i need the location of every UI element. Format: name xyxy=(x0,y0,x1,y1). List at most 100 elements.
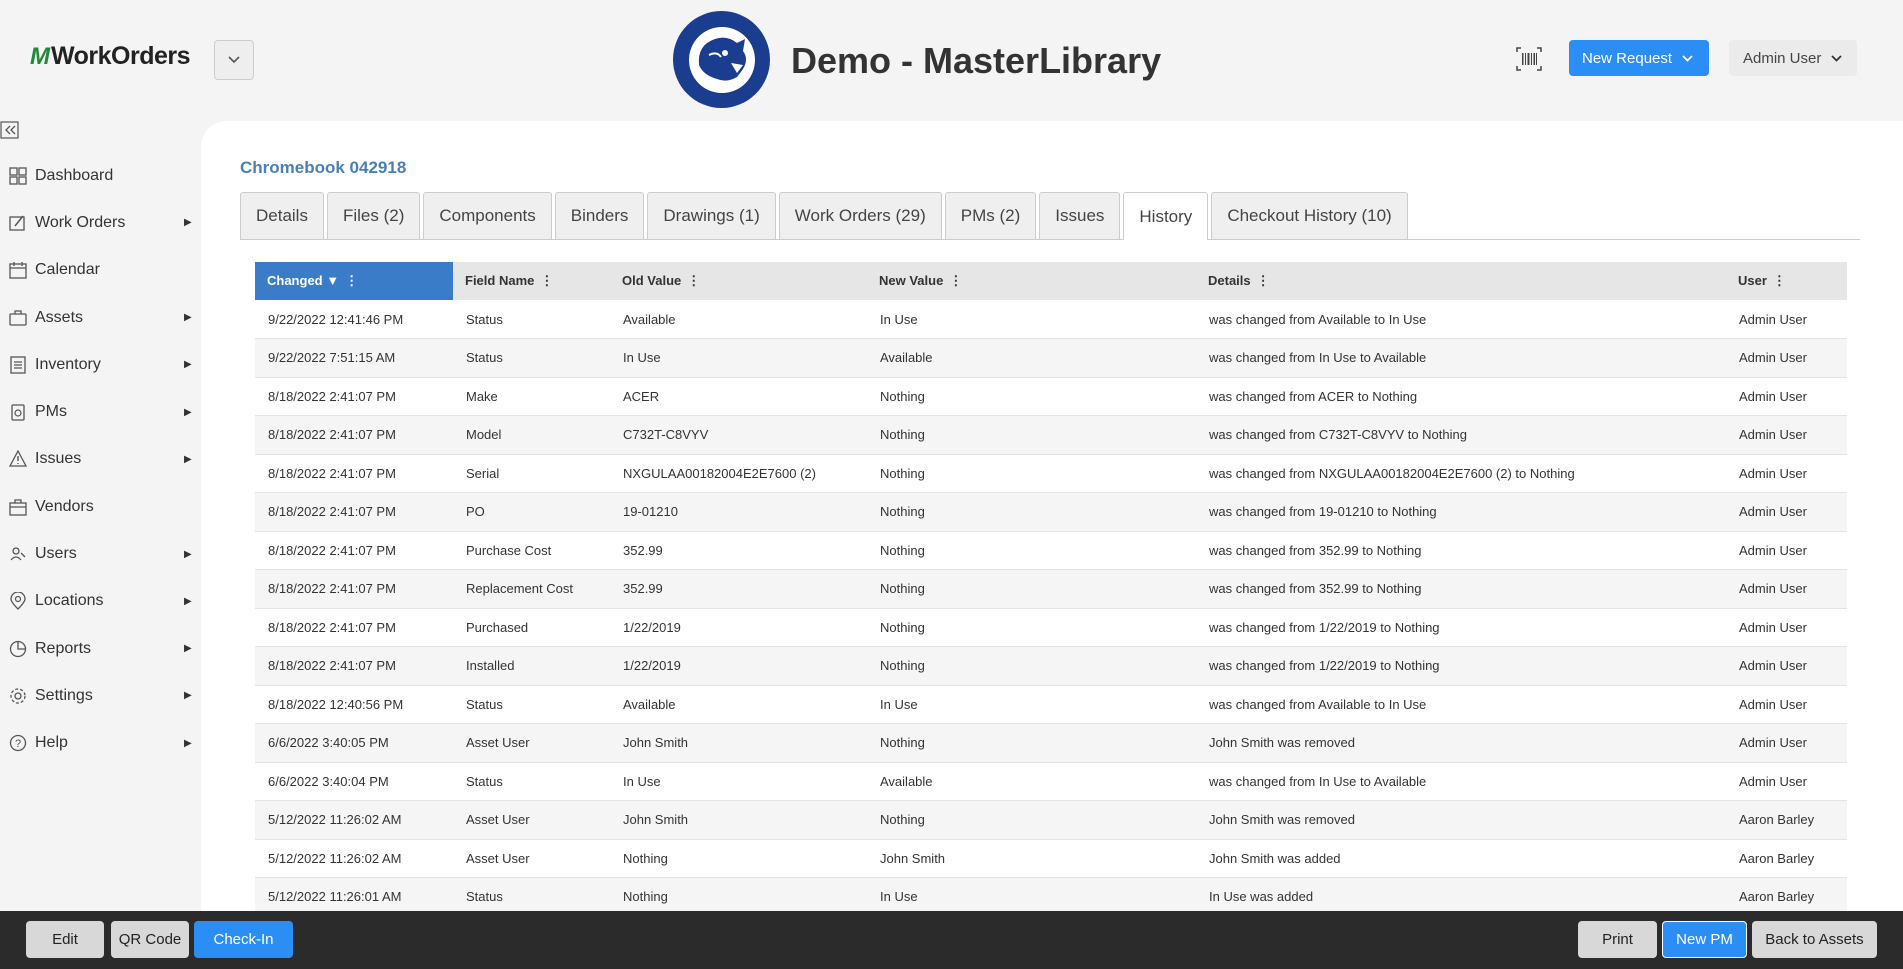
table-row[interactable]: 9/22/2022 12:41:46 PM Status Available In U… xyxy=(255,300,1847,339)
sidebar-item-issues[interactable]: Issues ▶ xyxy=(0,436,200,483)
tab-binders[interactable]: Binders xyxy=(554,192,645,239)
new-value-cell: Nothing xyxy=(867,723,1196,763)
qr-code-button[interactable]: QR Code xyxy=(111,921,189,958)
sidebar-item-pms[interactable]: PMs ▶ xyxy=(0,388,200,435)
submenu-arrow-icon: ▶ xyxy=(184,359,192,371)
svg-text:?: ? xyxy=(15,738,21,750)
details-cell: John Smith was added xyxy=(1196,839,1726,878)
sidebar-item-assets[interactable]: Assets ▶ xyxy=(0,294,200,341)
column-menu-icon[interactable]: ⋮ xyxy=(687,273,700,288)
sidebar-collapse-button[interactable] xyxy=(0,120,20,140)
sidebar-item-dashboard[interactable]: Dashboard xyxy=(0,152,200,199)
tab-details[interactable]: Details xyxy=(240,192,324,239)
tab-pms[interactable]: PMs (2) xyxy=(944,192,1037,239)
tab-drawings[interactable]: Drawings (1) xyxy=(647,192,776,239)
column-header-old-value[interactable]: Old Value ⋮ xyxy=(610,262,867,300)
table-row[interactable]: 5/12/2022 11:26:02 AM Asset User John Smit… xyxy=(255,800,1847,840)
column-menu-icon[interactable]: ⋮ xyxy=(949,273,962,288)
column-header-field-name[interactable]: Field Name ⋮ xyxy=(453,262,610,300)
table-row[interactable]: 5/12/2022 11:26:02 AM Asset User Nothing Jo… xyxy=(255,839,1847,878)
table-row[interactable]: 6/6/2022 3:40:05 PM Asset User John Smith N… xyxy=(255,723,1847,763)
new-request-button[interactable]: New Request xyxy=(1569,40,1709,76)
column-menu-icon[interactable]: ⋮ xyxy=(345,273,358,288)
tab-issues[interactable]: Issues xyxy=(1039,192,1121,239)
sidebar-item-locations[interactable]: Locations ▶ xyxy=(0,578,200,625)
user-cell: Aaron Barley xyxy=(1726,839,1847,878)
sidebar-item-label: Assets xyxy=(35,308,84,326)
table-row[interactable]: 8/18/2022 12:40:56 PM Status Available In U… xyxy=(255,685,1847,724)
column-header-details[interactable]: Details ⋮ xyxy=(1196,262,1726,300)
table-row[interactable]: 8/18/2022 2:41:07 PM PO 19-01210 Nothing was… xyxy=(255,492,1847,532)
app-switcher-button[interactable] xyxy=(214,40,254,80)
chevron-down-icon xyxy=(1682,54,1693,62)
old-value-cell: Nothing xyxy=(610,839,867,878)
sidebar-item-help[interactable]: ? Help ▶ xyxy=(0,720,200,767)
tab-files[interactable]: Files (2) xyxy=(326,192,421,239)
tab-checkout-history[interactable]: Checkout History (10) xyxy=(1211,192,1408,239)
tab-history[interactable]: History xyxy=(1123,192,1209,240)
changed-cell: 8/18/2022 2:41:07 PM xyxy=(255,531,453,570)
column-header-user[interactable]: User ⋮ xyxy=(1726,262,1847,300)
asset-title[interactable]: Chromebook 042918 xyxy=(240,158,406,178)
user-cell: Admin User xyxy=(1726,685,1847,724)
new-value-cell: John Smith xyxy=(867,839,1196,878)
sidebar-item-reports[interactable]: Reports ▶ xyxy=(0,625,200,672)
new-value-cell: Available xyxy=(867,762,1196,801)
changed-cell: 8/18/2022 2:41:07 PM xyxy=(255,415,453,455)
details-cell: was changed from Available to In Use xyxy=(1196,685,1726,724)
user-menu-button[interactable]: Admin User xyxy=(1729,40,1857,76)
sidebar-item-vendors[interactable]: Vendors xyxy=(0,483,200,530)
field-name-cell: Status xyxy=(453,762,610,801)
back-to-assets-button[interactable]: Back to Assets xyxy=(1752,921,1877,958)
changed-cell: 6/6/2022 3:40:04 PM xyxy=(255,762,453,801)
table-row[interactable]: 8/18/2022 2:41:07 PM Purchase Cost 352.99 N… xyxy=(255,531,1847,570)
new-pm-button[interactable]: New PM xyxy=(1662,921,1747,958)
table-row[interactable]: 8/18/2022 2:41:07 PM Replacement Cost 352.… xyxy=(255,569,1847,609)
table-row[interactable]: 8/18/2022 2:41:07 PM Serial NXGULAA0018200… xyxy=(255,454,1847,493)
details-cell: was changed from 19-01210 to Nothing xyxy=(1196,492,1726,532)
check-in-button[interactable]: Check-In xyxy=(194,921,293,958)
user-name: Admin User xyxy=(1743,49,1822,67)
column-menu-icon[interactable]: ⋮ xyxy=(1773,273,1786,288)
sidebar-item-label: Issues xyxy=(35,450,82,468)
column-menu-icon[interactable]: ⋮ xyxy=(1257,273,1270,288)
print-button[interactable]: Print xyxy=(1578,921,1657,958)
submenu-arrow-icon: ▶ xyxy=(184,217,192,229)
table-row[interactable]: 8/18/2022 2:41:07 PM Make ACER Nothing was c… xyxy=(255,377,1847,416)
table-row[interactable]: 9/22/2022 7:51:15 AM Status In Use Availabl… xyxy=(255,338,1847,378)
sidebar-item-work-orders[interactable]: Work Orders ▶ xyxy=(0,199,200,246)
new-value-cell: Nothing xyxy=(867,492,1196,532)
new-value-cell: Nothing xyxy=(867,377,1196,416)
tab-components[interactable]: Components xyxy=(423,192,552,239)
column-menu-icon[interactable]: ⋮ xyxy=(540,273,553,288)
history-table: Changed ▼ ⋮ Field Name ⋮ Old Value ⋮ New Va… xyxy=(255,262,1847,917)
details-cell: was changed from In Use to Available xyxy=(1196,762,1726,801)
new-value-cell: Nothing xyxy=(867,569,1196,609)
app-logo[interactable]: M WorkOrders xyxy=(30,42,191,71)
edit-button[interactable]: Edit xyxy=(26,921,104,958)
new-value-cell: Available xyxy=(867,338,1196,378)
org-logo xyxy=(673,11,770,108)
table-row[interactable]: 6/6/2022 3:40:04 PM Status In Use Available… xyxy=(255,762,1847,801)
table-row[interactable]: 8/18/2022 2:41:07 PM Installed 1/22/2019 No… xyxy=(255,646,1847,686)
sidebar-item-label: Work Orders xyxy=(35,213,126,231)
column-header-changed[interactable]: Changed ▼ ⋮ xyxy=(255,262,453,300)
barcode-scan-button[interactable] xyxy=(1515,46,1543,72)
table-row[interactable]: 8/18/2022 2:41:07 PM Model C732T-C8VYV Noth… xyxy=(255,415,1847,455)
sidebar-item-settings[interactable]: Settings ▶ xyxy=(0,672,200,719)
sidebar-item-label: Locations xyxy=(35,592,104,610)
field-name-cell: Purchase Cost xyxy=(453,531,610,570)
details-cell: was changed from ACER to Nothing xyxy=(1196,377,1726,416)
column-header-new-value[interactable]: New Value ⋮ xyxy=(867,262,1196,300)
sidebar-item-users[interactable]: Users ▶ xyxy=(0,530,200,577)
user-cell: Admin User xyxy=(1726,377,1847,416)
sidebar-item-calendar[interactable]: Calendar xyxy=(0,247,200,294)
sidebar-item-inventory[interactable]: Inventory ▶ xyxy=(0,341,200,388)
column-header-label: Changed xyxy=(267,273,323,288)
details-cell: was changed from In Use to Available xyxy=(1196,338,1726,378)
user-cell: Aaron Barley xyxy=(1726,800,1847,840)
double-chevron-left-icon xyxy=(0,121,19,139)
submenu-arrow-icon: ▶ xyxy=(184,595,192,607)
table-row[interactable]: 8/18/2022 2:41:07 PM Purchased 1/22/2019 No… xyxy=(255,608,1847,647)
tab-work-orders[interactable]: Work Orders (29) xyxy=(778,192,942,239)
